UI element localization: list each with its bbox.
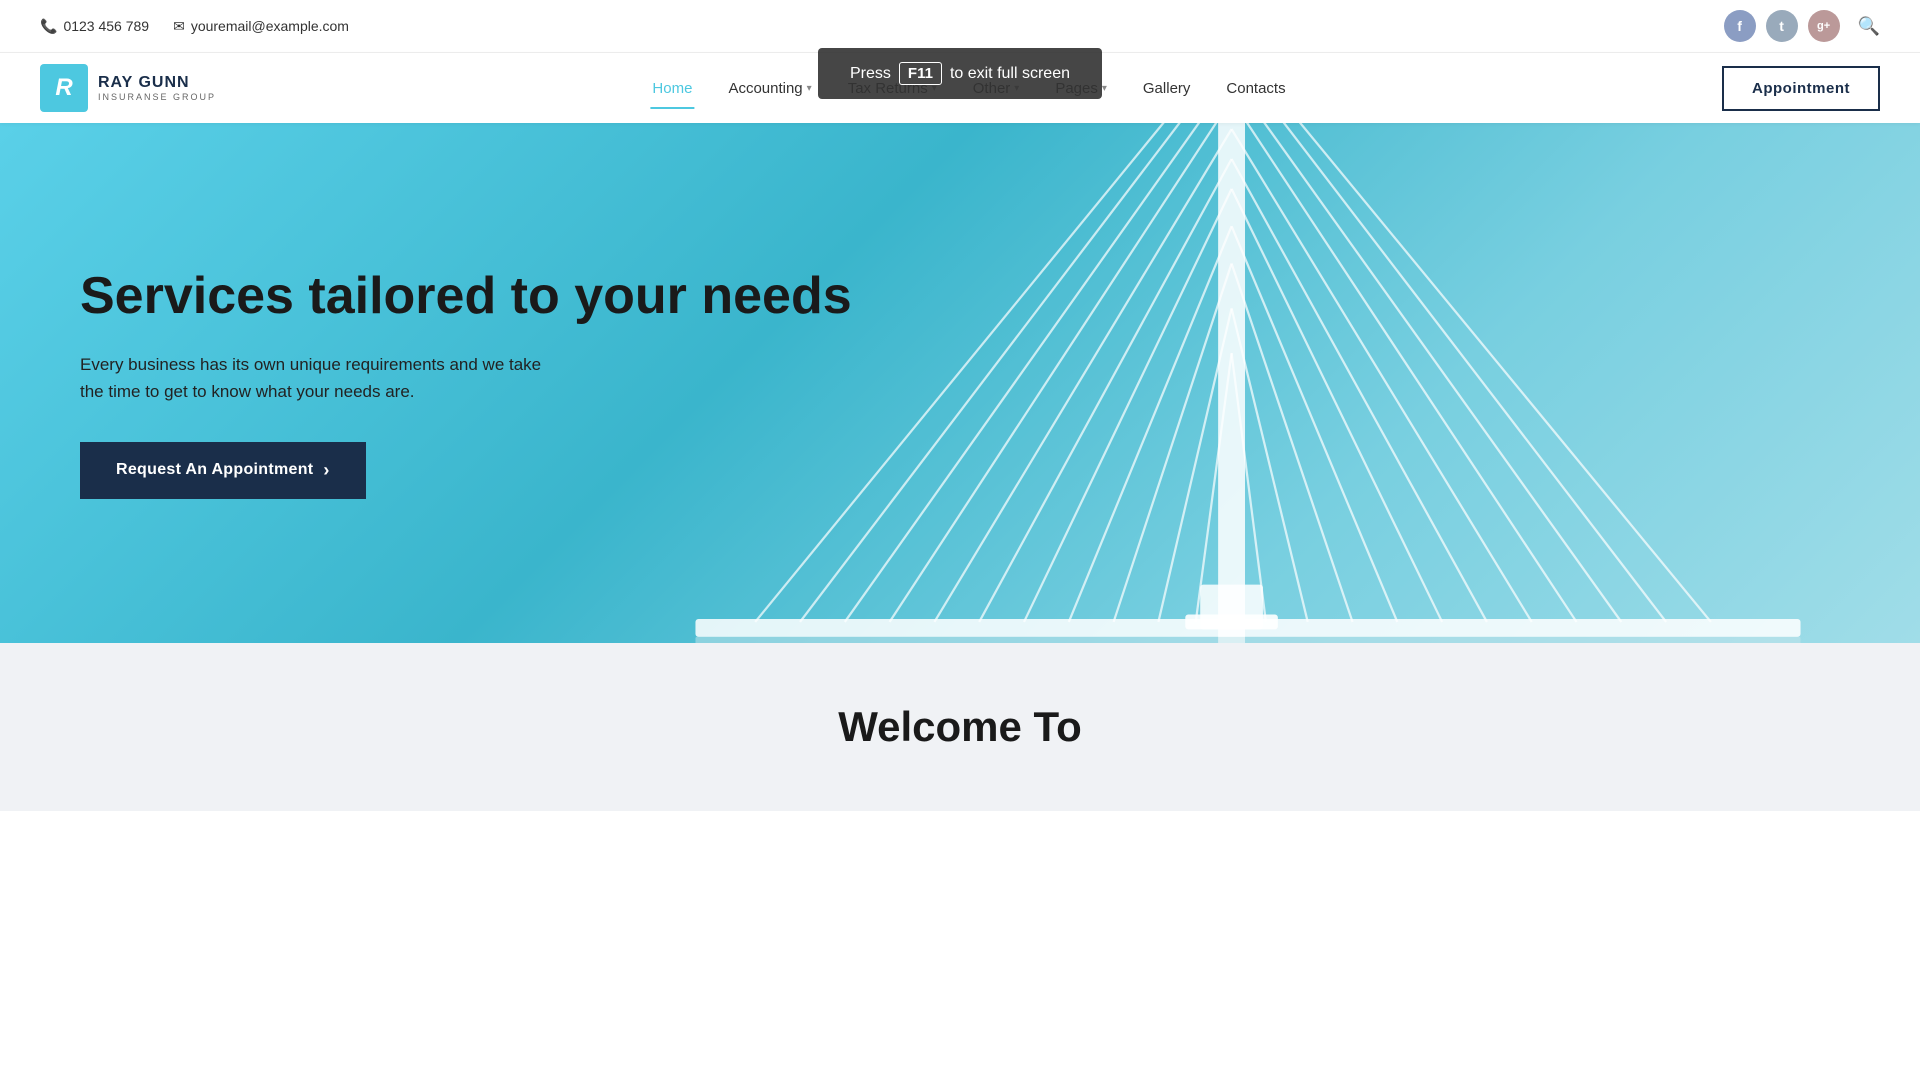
below-hero-section: Welcome To — [0, 643, 1920, 811]
logo[interactable]: R Ray Gunn INSURANSE GROUP — [40, 64, 216, 112]
logo-sub: INSURANSE GROUP — [98, 92, 216, 103]
chevron-down-icon: ▾ — [807, 83, 812, 94]
appointment-button[interactable]: Appointment — [1722, 66, 1880, 111]
twitter-icon[interactable]: t — [1766, 10, 1798, 42]
logo-name: Ray Gunn — [98, 73, 216, 92]
f11-tooltip: Press F11 to exit full screen — [818, 48, 1102, 99]
email-address: youremail@example.com — [191, 18, 349, 34]
phone-contact: 📞 0123 456 789 — [40, 18, 149, 35]
hero-cta-button[interactable]: Request An Appointment › — [80, 442, 366, 499]
top-bar-right: f t g+ 🔍 — [1724, 10, 1880, 42]
googleplus-icon[interactable]: g+ — [1808, 10, 1840, 42]
below-hero-title: Welcome To — [40, 703, 1880, 751]
arrow-icon: › — [323, 460, 329, 481]
top-bar-left: 📞 0123 456 789 ✉ youremail@example.com — [40, 18, 349, 35]
f11-tooltip-press: Press — [850, 65, 891, 83]
f11-tooltip-message: to exit full screen — [950, 65, 1070, 83]
logo-text: Ray Gunn INSURANSE GROUP — [98, 73, 216, 103]
facebook-icon[interactable]: f — [1724, 10, 1756, 42]
hero-cta-label: Request An Appointment — [116, 461, 313, 479]
logo-icon: R — [40, 64, 88, 112]
hero-title: Services tailored to your needs — [80, 267, 996, 327]
hero-subtitle: Every business has its own unique requir… — [80, 351, 560, 405]
phone-number: 0123 456 789 — [63, 18, 149, 34]
email-icon: ✉ — [173, 18, 185, 35]
top-bar: 📞 0123 456 789 ✉ youremail@example.com f… — [0, 0, 1920, 53]
f11-key: F11 — [899, 62, 942, 85]
nav-item-gallery[interactable]: Gallery — [1127, 72, 1207, 105]
nav-item-contacts[interactable]: Contacts — [1210, 72, 1301, 105]
email-contact: ✉ youremail@example.com — [173, 18, 349, 35]
hero-section: Services tailored to your needs Every bu… — [0, 123, 1920, 643]
nav-item-home[interactable]: Home — [636, 72, 708, 105]
nav-item-accounting[interactable]: Accounting ▾ — [712, 72, 827, 105]
hero-content: Services tailored to your needs Every bu… — [0, 123, 1056, 643]
phone-icon: 📞 — [40, 18, 57, 35]
search-icon[interactable]: 🔍 — [1858, 16, 1880, 37]
chevron-down-icon: ▾ — [1102, 83, 1107, 94]
